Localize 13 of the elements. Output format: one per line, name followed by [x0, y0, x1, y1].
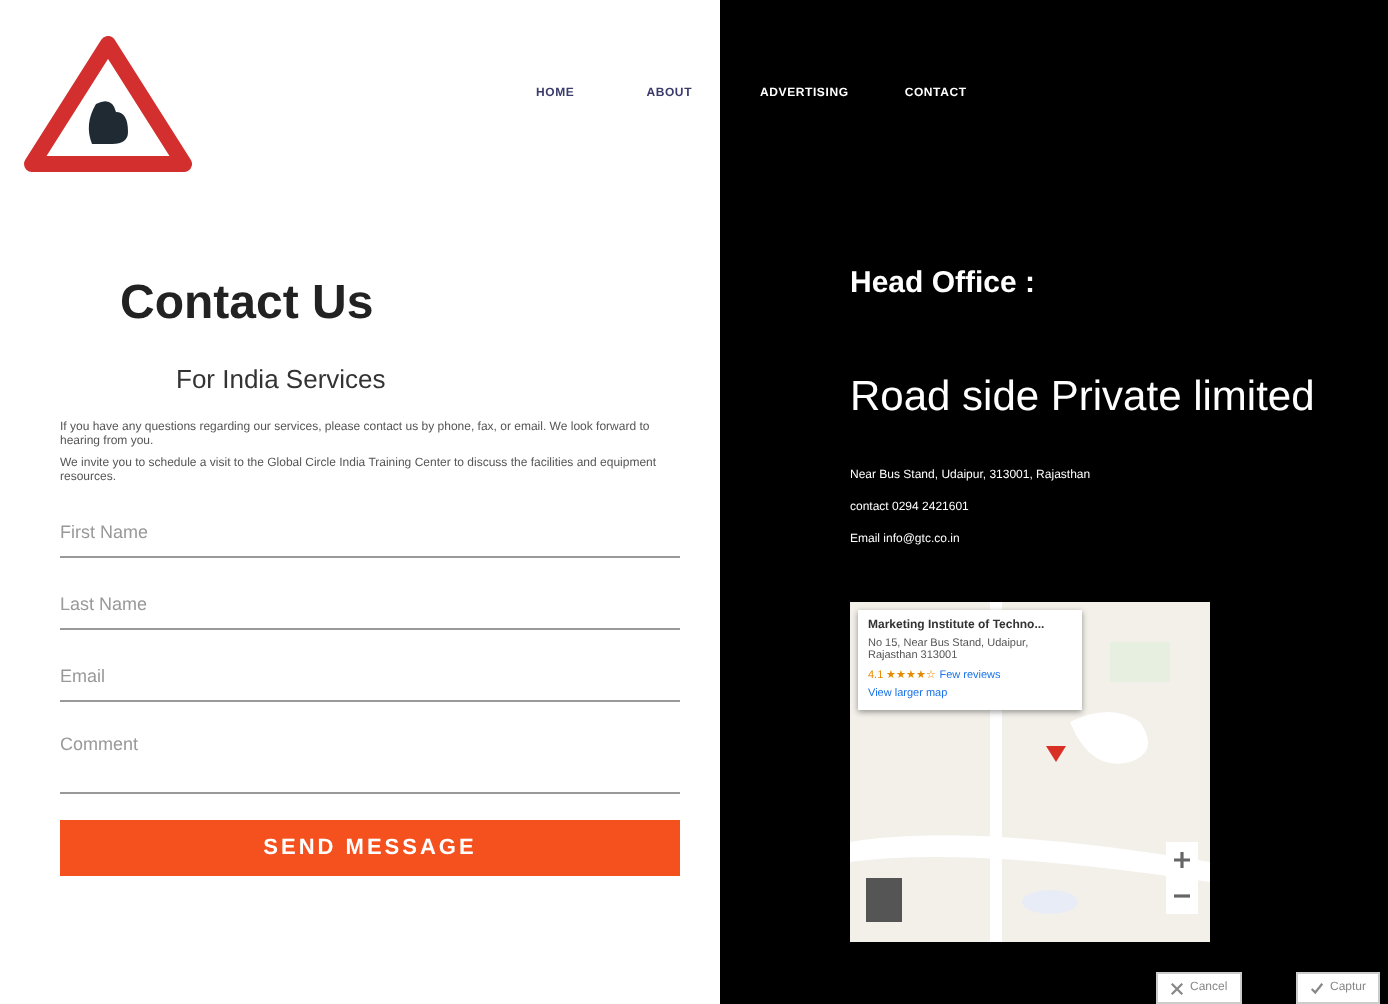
company-name: Road side Private limited: [850, 374, 1315, 422]
minus-icon: [1174, 888, 1190, 904]
office-heading: Head Office :: [850, 266, 1036, 300]
input-field[interactable]: Email: [60, 658, 680, 702]
send-message-button[interactable]: SEND MESSAGE: [60, 820, 680, 876]
page-title: Contact Us: [120, 276, 374, 332]
section-subtitle: For India Services: [176, 364, 386, 394]
close-icon: [1170, 981, 1184, 995]
check-icon: [1310, 981, 1324, 995]
input-field[interactable]: Last Name: [60, 586, 680, 630]
plus-icon: [1174, 852, 1190, 868]
input-field[interactable]: First Name: [60, 514, 680, 558]
comment-field[interactable]: Comment: [60, 726, 680, 794]
